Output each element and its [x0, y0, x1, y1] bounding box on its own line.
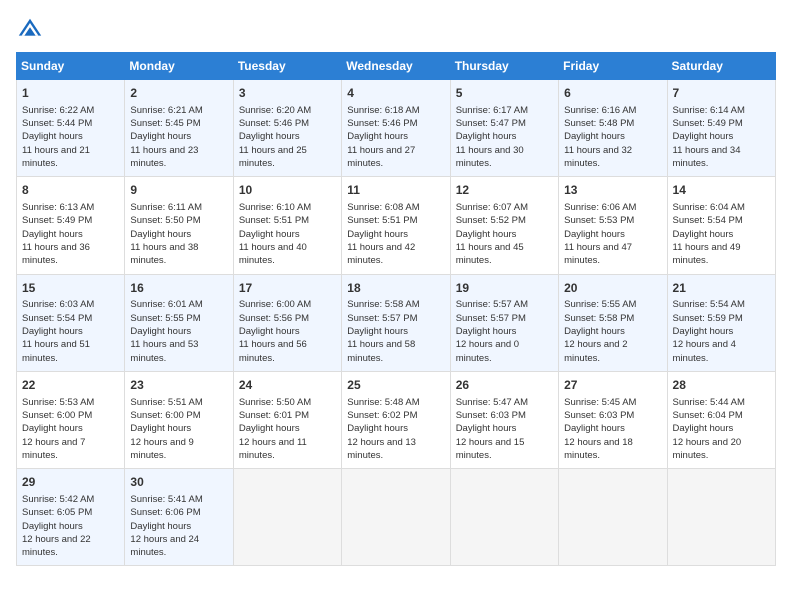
calendar-cell: 7Sunrise: 6:14 AMSunset: 5:49 PMDaylight…	[667, 80, 775, 177]
calendar-table: SundayMondayTuesdayWednesdayThursdayFrid…	[16, 52, 776, 566]
calendar-cell: 26Sunrise: 5:47 AMSunset: 6:03 PMDayligh…	[450, 371, 558, 468]
calendar-cell: 8Sunrise: 6:13 AMSunset: 5:49 PMDaylight…	[17, 177, 125, 274]
day-number: 7	[673, 85, 770, 102]
calendar-week-row: 15Sunrise: 6:03 AMSunset: 5:54 PMDayligh…	[17, 274, 776, 371]
calendar-cell: 28Sunrise: 5:44 AMSunset: 6:04 PMDayligh…	[667, 371, 775, 468]
day-number: 28	[673, 377, 770, 394]
calendar-cell: 21Sunrise: 5:54 AMSunset: 5:59 PMDayligh…	[667, 274, 775, 371]
calendar-cell: 30Sunrise: 5:41 AMSunset: 6:06 PMDayligh…	[125, 469, 233, 566]
calendar-cell: 9Sunrise: 6:11 AMSunset: 5:50 PMDaylight…	[125, 177, 233, 274]
calendar-cell: 19Sunrise: 5:57 AMSunset: 5:57 PMDayligh…	[450, 274, 558, 371]
calendar-cell: 17Sunrise: 6:00 AMSunset: 5:56 PMDayligh…	[233, 274, 341, 371]
calendar-cell: 15Sunrise: 6:03 AMSunset: 5:54 PMDayligh…	[17, 274, 125, 371]
calendar-cell: 29Sunrise: 5:42 AMSunset: 6:05 PMDayligh…	[17, 469, 125, 566]
day-number: 13	[564, 182, 661, 199]
calendar-cell: 20Sunrise: 5:55 AMSunset: 5:58 PMDayligh…	[559, 274, 667, 371]
day-number: 23	[130, 377, 227, 394]
calendar-cell: 5Sunrise: 6:17 AMSunset: 5:47 PMDaylight…	[450, 80, 558, 177]
day-number: 27	[564, 377, 661, 394]
calendar-cell: 24Sunrise: 5:50 AMSunset: 6:01 PMDayligh…	[233, 371, 341, 468]
day-number: 5	[456, 85, 553, 102]
calendar-cell: 12Sunrise: 6:07 AMSunset: 5:52 PMDayligh…	[450, 177, 558, 274]
calendar-cell: 2Sunrise: 6:21 AMSunset: 5:45 PMDaylight…	[125, 80, 233, 177]
day-number: 20	[564, 280, 661, 297]
day-of-week-header: Sunday	[17, 53, 125, 80]
calendar-cell: 1Sunrise: 6:22 AMSunset: 5:44 PMDaylight…	[17, 80, 125, 177]
calendar-cell: 23Sunrise: 5:51 AMSunset: 6:00 PMDayligh…	[125, 371, 233, 468]
day-number: 14	[673, 182, 770, 199]
day-number: 30	[130, 474, 227, 491]
calendar-header-row: SundayMondayTuesdayWednesdayThursdayFrid…	[17, 53, 776, 80]
day-number: 3	[239, 85, 336, 102]
calendar-cell: 27Sunrise: 5:45 AMSunset: 6:03 PMDayligh…	[559, 371, 667, 468]
day-of-week-header: Tuesday	[233, 53, 341, 80]
day-number: 22	[22, 377, 119, 394]
calendar-week-row: 8Sunrise: 6:13 AMSunset: 5:49 PMDaylight…	[17, 177, 776, 274]
calendar-week-row: 1Sunrise: 6:22 AMSunset: 5:44 PMDaylight…	[17, 80, 776, 177]
day-number: 19	[456, 280, 553, 297]
day-number: 9	[130, 182, 227, 199]
day-number: 1	[22, 85, 119, 102]
calendar-cell: 11Sunrise: 6:08 AMSunset: 5:51 PMDayligh…	[342, 177, 450, 274]
page-header	[16, 16, 776, 44]
calendar-cell: 3Sunrise: 6:20 AMSunset: 5:46 PMDaylight…	[233, 80, 341, 177]
calendar-cell: 13Sunrise: 6:06 AMSunset: 5:53 PMDayligh…	[559, 177, 667, 274]
calendar-week-row: 29Sunrise: 5:42 AMSunset: 6:05 PMDayligh…	[17, 469, 776, 566]
calendar-cell: 16Sunrise: 6:01 AMSunset: 5:55 PMDayligh…	[125, 274, 233, 371]
day-number: 6	[564, 85, 661, 102]
day-number: 11	[347, 182, 444, 199]
logo-icon	[16, 16, 44, 44]
day-of-week-header: Friday	[559, 53, 667, 80]
calendar-cell: 4Sunrise: 6:18 AMSunset: 5:46 PMDaylight…	[342, 80, 450, 177]
calendar-cell	[342, 469, 450, 566]
day-number: 12	[456, 182, 553, 199]
calendar-cell	[559, 469, 667, 566]
day-of-week-header: Thursday	[450, 53, 558, 80]
day-number: 15	[22, 280, 119, 297]
calendar-cell: 22Sunrise: 5:53 AMSunset: 6:00 PMDayligh…	[17, 371, 125, 468]
day-number: 10	[239, 182, 336, 199]
calendar-cell	[233, 469, 341, 566]
calendar-cell: 14Sunrise: 6:04 AMSunset: 5:54 PMDayligh…	[667, 177, 775, 274]
day-number: 29	[22, 474, 119, 491]
day-of-week-header: Wednesday	[342, 53, 450, 80]
day-number: 18	[347, 280, 444, 297]
day-number: 24	[239, 377, 336, 394]
calendar-cell	[450, 469, 558, 566]
calendar-cell: 25Sunrise: 5:48 AMSunset: 6:02 PMDayligh…	[342, 371, 450, 468]
day-number: 25	[347, 377, 444, 394]
calendar-cell: 10Sunrise: 6:10 AMSunset: 5:51 PMDayligh…	[233, 177, 341, 274]
day-of-week-header: Monday	[125, 53, 233, 80]
day-number: 17	[239, 280, 336, 297]
calendar-week-row: 22Sunrise: 5:53 AMSunset: 6:00 PMDayligh…	[17, 371, 776, 468]
day-number: 8	[22, 182, 119, 199]
calendar-cell: 18Sunrise: 5:58 AMSunset: 5:57 PMDayligh…	[342, 274, 450, 371]
day-of-week-header: Saturday	[667, 53, 775, 80]
day-number: 16	[130, 280, 227, 297]
calendar-cell	[667, 469, 775, 566]
day-number: 2	[130, 85, 227, 102]
day-number: 21	[673, 280, 770, 297]
day-number: 26	[456, 377, 553, 394]
day-number: 4	[347, 85, 444, 102]
logo	[16, 16, 48, 44]
calendar-cell: 6Sunrise: 6:16 AMSunset: 5:48 PMDaylight…	[559, 80, 667, 177]
